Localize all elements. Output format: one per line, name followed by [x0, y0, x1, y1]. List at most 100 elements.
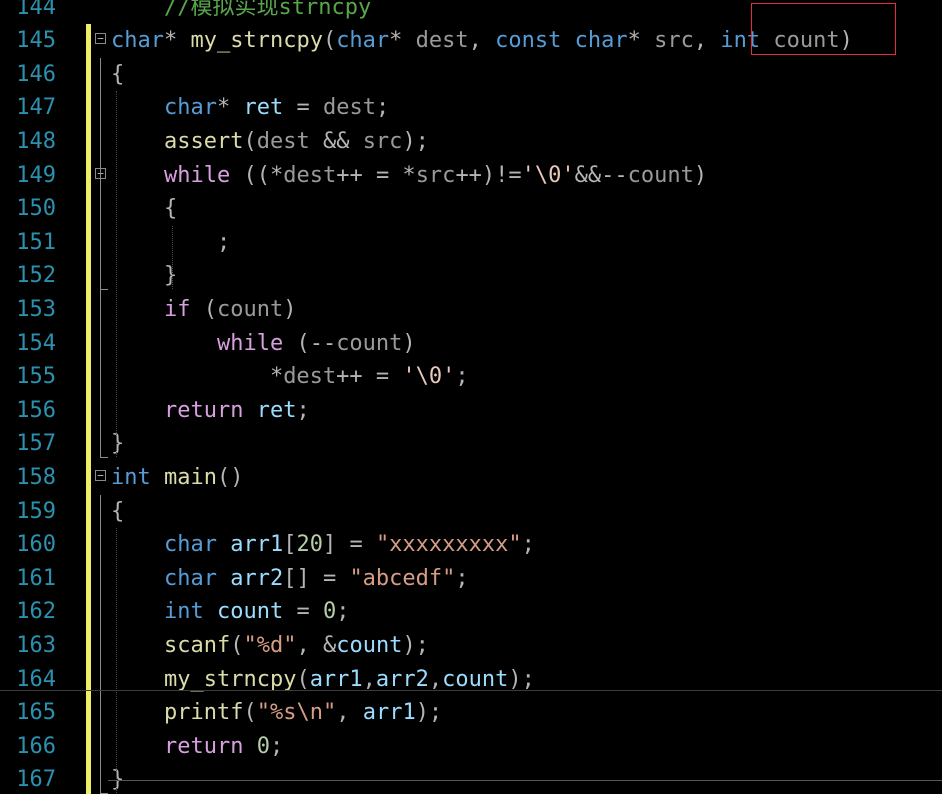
code-line[interactable]: 146 { — [0, 57, 942, 92]
indent-guide — [116, 528, 117, 793]
code-token: count — [627, 162, 694, 188]
code-token: ; — [455, 565, 469, 591]
code-token: //模拟实现strncpy — [111, 0, 372, 20]
code-line[interactable]: 161 char arr2[] = "abcedf"; — [0, 561, 942, 596]
code-token: = — [283, 95, 323, 121]
code-token: "abcedf" — [349, 565, 456, 591]
code-text: ; — [111, 226, 230, 260]
code-line[interactable]: 166 return 0; — [0, 729, 942, 764]
code-text: int count = 0; — [111, 595, 349, 629]
change-indicator-bar — [86, 125, 91, 159]
code-token: * — [269, 162, 284, 188]
code-token: 0 — [322, 599, 337, 625]
line-number: 158 — [16, 465, 56, 490]
code-token: printf — [163, 700, 244, 726]
code-line[interactable]: 148 assert(dest && src); — [0, 125, 942, 159]
change-indicator-bar — [86, 696, 91, 730]
change-indicator-bar — [86, 259, 91, 293]
line-number: 159 — [16, 498, 56, 524]
code-line[interactable]: 147 char* ret = dest; — [0, 91, 942, 125]
line-number: 154 — [16, 330, 56, 356]
line-number: 155 — [16, 364, 56, 390]
code-token: ); — [402, 633, 429, 658]
code-line[interactable]: 160 char arr1[20] = "xxxxxxxxx"; — [0, 528, 942, 562]
code-text: my_strncpy(arr1,arr2,count); — [111, 663, 535, 697]
code-token: ) — [283, 297, 297, 322]
code-line[interactable]: 165 printf("%s\n", arr1); — [0, 696, 942, 730]
code-token: char — [574, 28, 628, 54]
code-text: printf("%s\n", arr1); — [111, 696, 442, 730]
code-line[interactable]: 167} — [0, 763, 942, 794]
code-token: my_strncpy — [190, 28, 323, 54]
code-token: { — [111, 498, 125, 524]
fold-collapse-icon[interactable]: − — [95, 33, 106, 45]
line-number: 147 — [16, 95, 56, 121]
code-editor[interactable]: 144 //模拟实现strncpy 145− char* my_strncpy(ch… — [0, 0, 942, 794]
code-line[interactable]: 162 int count = 0; — [0, 595, 942, 629]
code-token: char — [163, 565, 217, 591]
code-line[interactable]: 159 { — [0, 494, 942, 529]
code-text: char* my_strncpy(char* dest, const char*… — [111, 24, 853, 58]
line-number: 156 — [16, 397, 56, 423]
code-token: return — [163, 397, 244, 423]
code-line[interactable]: 163 scanf("%d", &count); — [0, 629, 942, 663]
code-token: * — [216, 95, 244, 121]
change-indicator-bar — [86, 461, 91, 495]
code-text: { — [111, 495, 124, 529]
scope-guide — [100, 185, 101, 256]
code-line[interactable]: 151 ; — [0, 225, 942, 260]
code-line[interactable]: 152 } — [0, 259, 942, 293]
code-token: while — [216, 330, 284, 356]
code-line[interactable]: 157} — [0, 427, 942, 461]
line-number: 144 — [16, 0, 56, 20]
code-token: dest — [283, 162, 337, 188]
code-line[interactable]: 156 return ret; — [0, 393, 942, 428]
fold-collapse-icon[interactable]: − — [95, 470, 106, 481]
code-token: dest — [322, 95, 376, 121]
code-text: { — [111, 192, 177, 226]
change-indicator-bar — [86, 91, 91, 125]
code-token: ); — [508, 666, 535, 692]
code-token: assert — [163, 129, 244, 154]
line-number: 165 — [16, 700, 56, 726]
code-token: ++ = — [336, 364, 403, 390]
code-text: while ((*dest++ = *src++)!='\0'&&--count… — [111, 159, 707, 193]
code-token: "%s\n" — [256, 700, 337, 726]
line-number: 167 — [16, 767, 56, 793]
code-line[interactable]: 155 *dest++ = '\0'; — [0, 360, 942, 394]
line-number: 145 — [16, 28, 56, 54]
code-line[interactable]: 149− while ((*dest++ = *src++)!='\0'&&--… — [0, 158, 942, 193]
code-text: } — [111, 763, 124, 794]
code-line[interactable]: 164 my_strncpy(arr1,arr2,count); — [0, 662, 942, 697]
code-line[interactable]: 153 if (count) — [0, 293, 942, 327]
editor-bottom-border — [108, 780, 942, 781]
code-token: ); — [415, 700, 443, 726]
code-token: int — [111, 465, 151, 490]
code-token: * — [163, 28, 191, 54]
code-token: ; — [269, 733, 284, 759]
code-text: return 0; — [111, 730, 283, 764]
code-token: , — [468, 28, 496, 54]
code-line[interactable]: 158 − int main() — [0, 461, 942, 495]
code-token: (-- — [283, 330, 337, 356]
change-indicator-bar — [86, 729, 91, 764]
line-number: 152 — [16, 263, 56, 289]
code-token: arr2 — [230, 565, 284, 591]
code-token: ] = — [322, 532, 376, 558]
change-indicator-bar — [86, 360, 91, 394]
code-line[interactable]: 150 { — [0, 192, 942, 226]
code-text: char* ret = dest; — [111, 91, 389, 125]
code-text: assert(dest && src); — [111, 125, 429, 159]
code-line[interactable]: 154 while (--count) — [0, 326, 942, 361]
code-token: , — [693, 28, 721, 54]
